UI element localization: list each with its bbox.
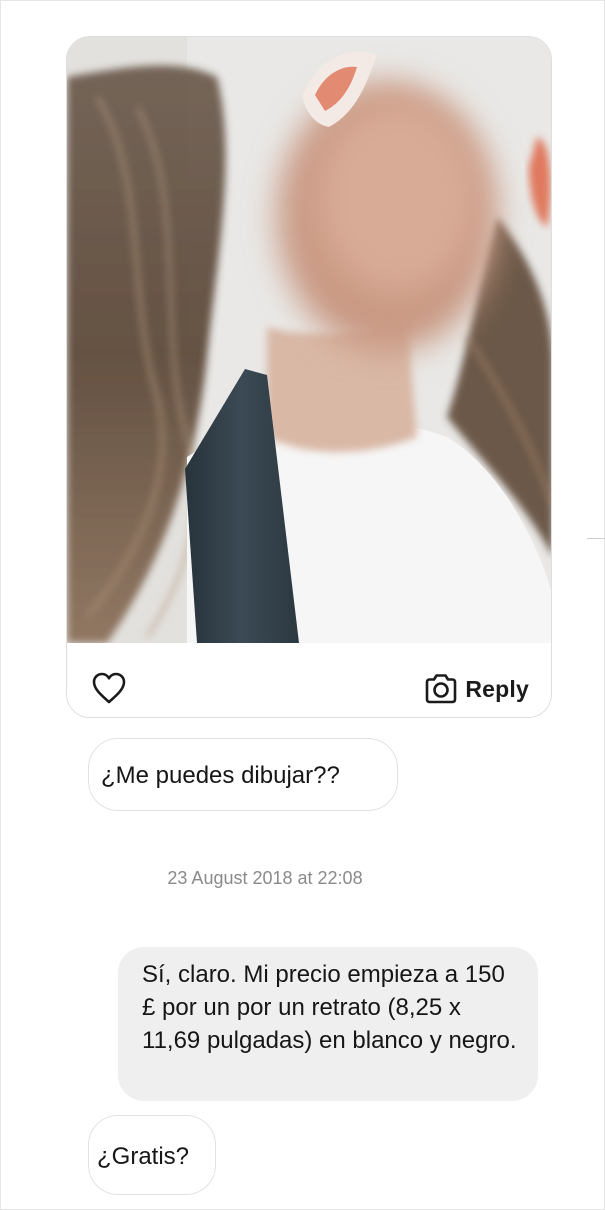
message-text: Sí, claro. Mi precio empieza a 150 £ por… bbox=[142, 961, 517, 1054]
edge-mark bbox=[587, 538, 605, 539]
story-reply-card[interactable]: Reply bbox=[66, 36, 552, 718]
camera-outline-icon bbox=[426, 674, 457, 704]
heart-outline-icon bbox=[92, 672, 126, 704]
message-bubble-sent[interactable]: Sí, claro. Mi precio empieza a 150 £ por… bbox=[118, 947, 538, 1101]
message-timestamp: 23 August 2018 at 22:08 bbox=[167, 868, 363, 888]
reply-button[interactable]: Reply bbox=[423, 672, 529, 706]
message-bubble-received[interactable]: ¿Gratis? bbox=[88, 1115, 216, 1195]
message-text: ¿Me puedes dibujar?? bbox=[101, 762, 340, 789]
message-bubble-received[interactable]: ¿Me puedes dibujar?? bbox=[88, 738, 398, 811]
story-photo-image bbox=[67, 37, 551, 643]
story-actions-bar: Reply bbox=[67, 643, 551, 717]
story-photo[interactable] bbox=[67, 37, 551, 643]
like-button[interactable] bbox=[91, 671, 127, 705]
message-text: ¿Gratis? bbox=[97, 1143, 190, 1170]
reply-label: Reply bbox=[465, 675, 529, 702]
